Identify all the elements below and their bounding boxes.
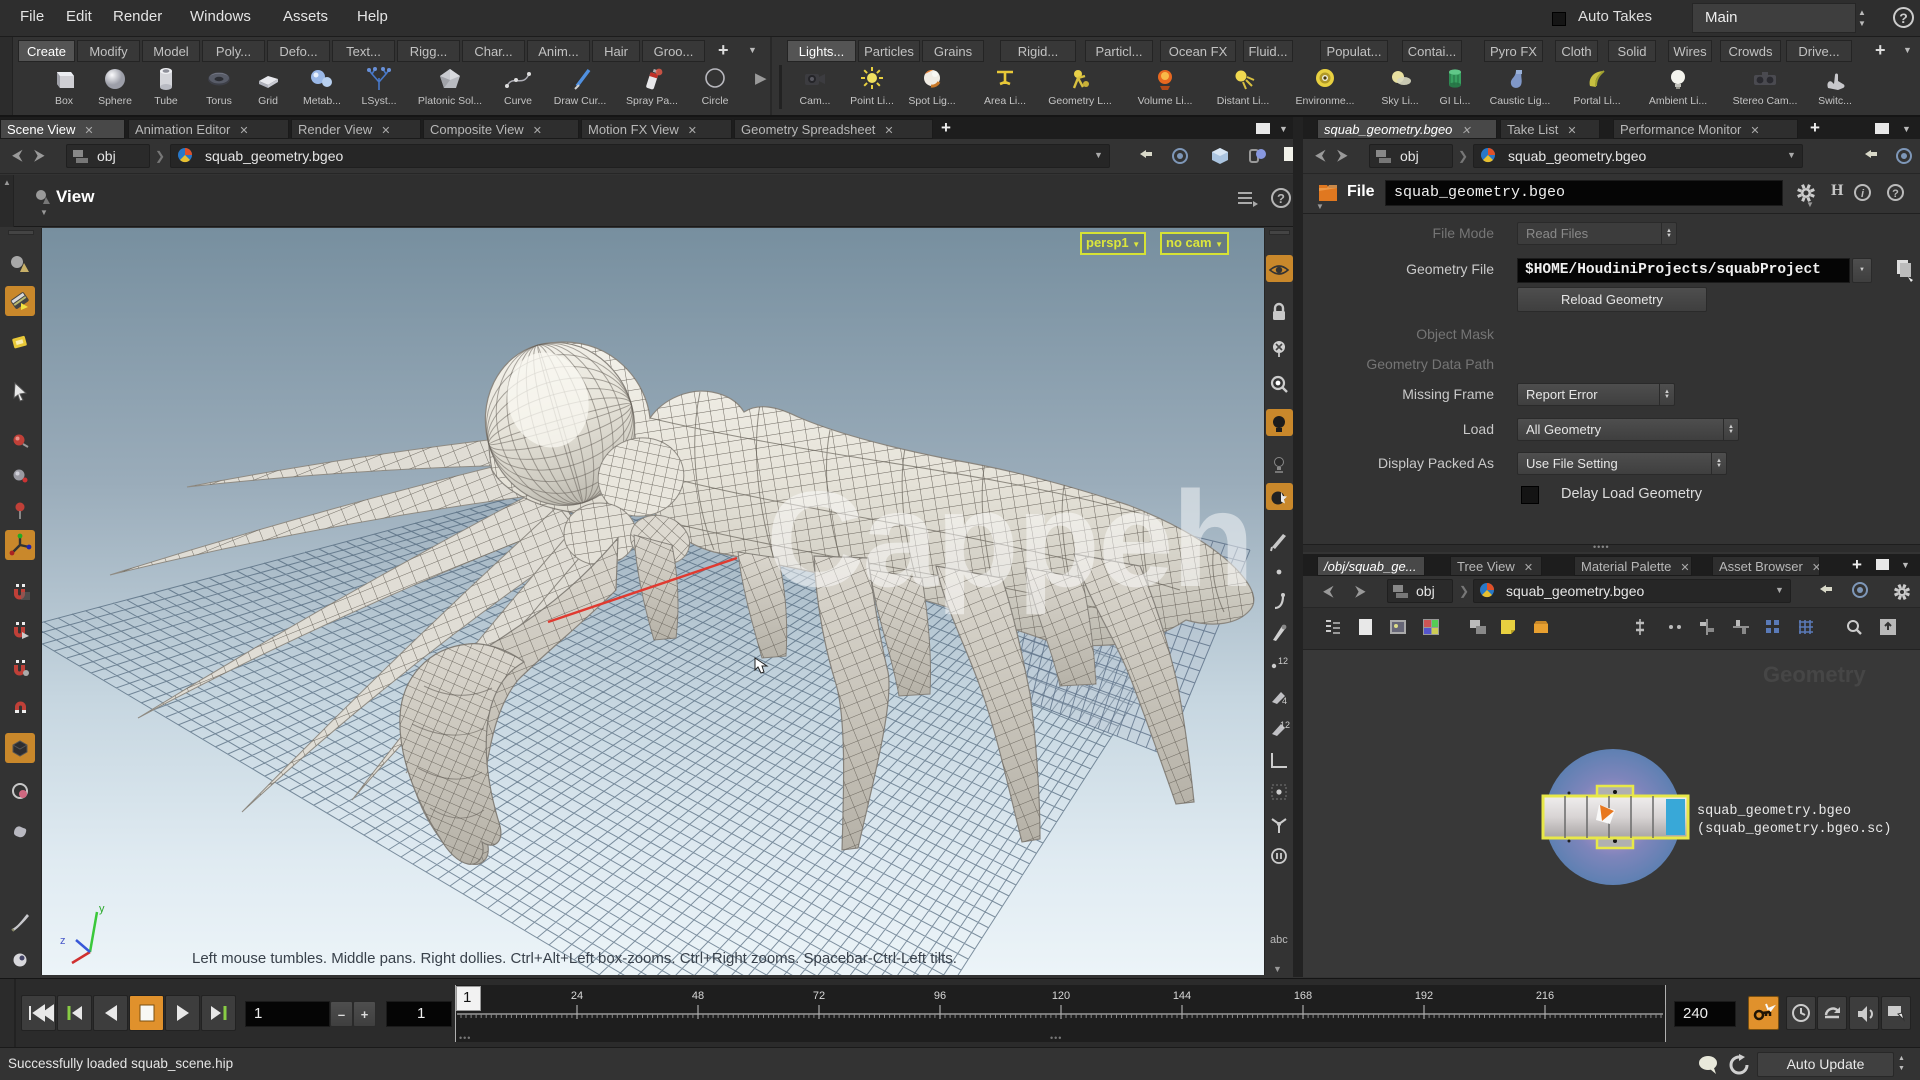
- svg-text:4: 4: [1282, 696, 1287, 706]
- svg-text:96: 96: [934, 990, 946, 1002]
- svg-text:216: 216: [1536, 990, 1554, 1002]
- svg-text:72: 72: [813, 990, 825, 1002]
- svg-text:144: 144: [1173, 990, 1191, 1002]
- svg-text:z: z: [60, 935, 66, 947]
- svg-text:12: 12: [1278, 656, 1288, 666]
- svg-text:24: 24: [571, 990, 583, 1002]
- svg-text:12: 12: [1280, 720, 1290, 730]
- svg-text:120: 120: [1052, 990, 1070, 1002]
- svg-text:y: y: [99, 903, 105, 915]
- svg-text:Cappeh: Cappeh: [766, 463, 1253, 615]
- svg-text:192: 192: [1415, 990, 1433, 1002]
- svg-text:48: 48: [692, 990, 704, 1002]
- svg-text:168: 168: [1294, 990, 1312, 1002]
